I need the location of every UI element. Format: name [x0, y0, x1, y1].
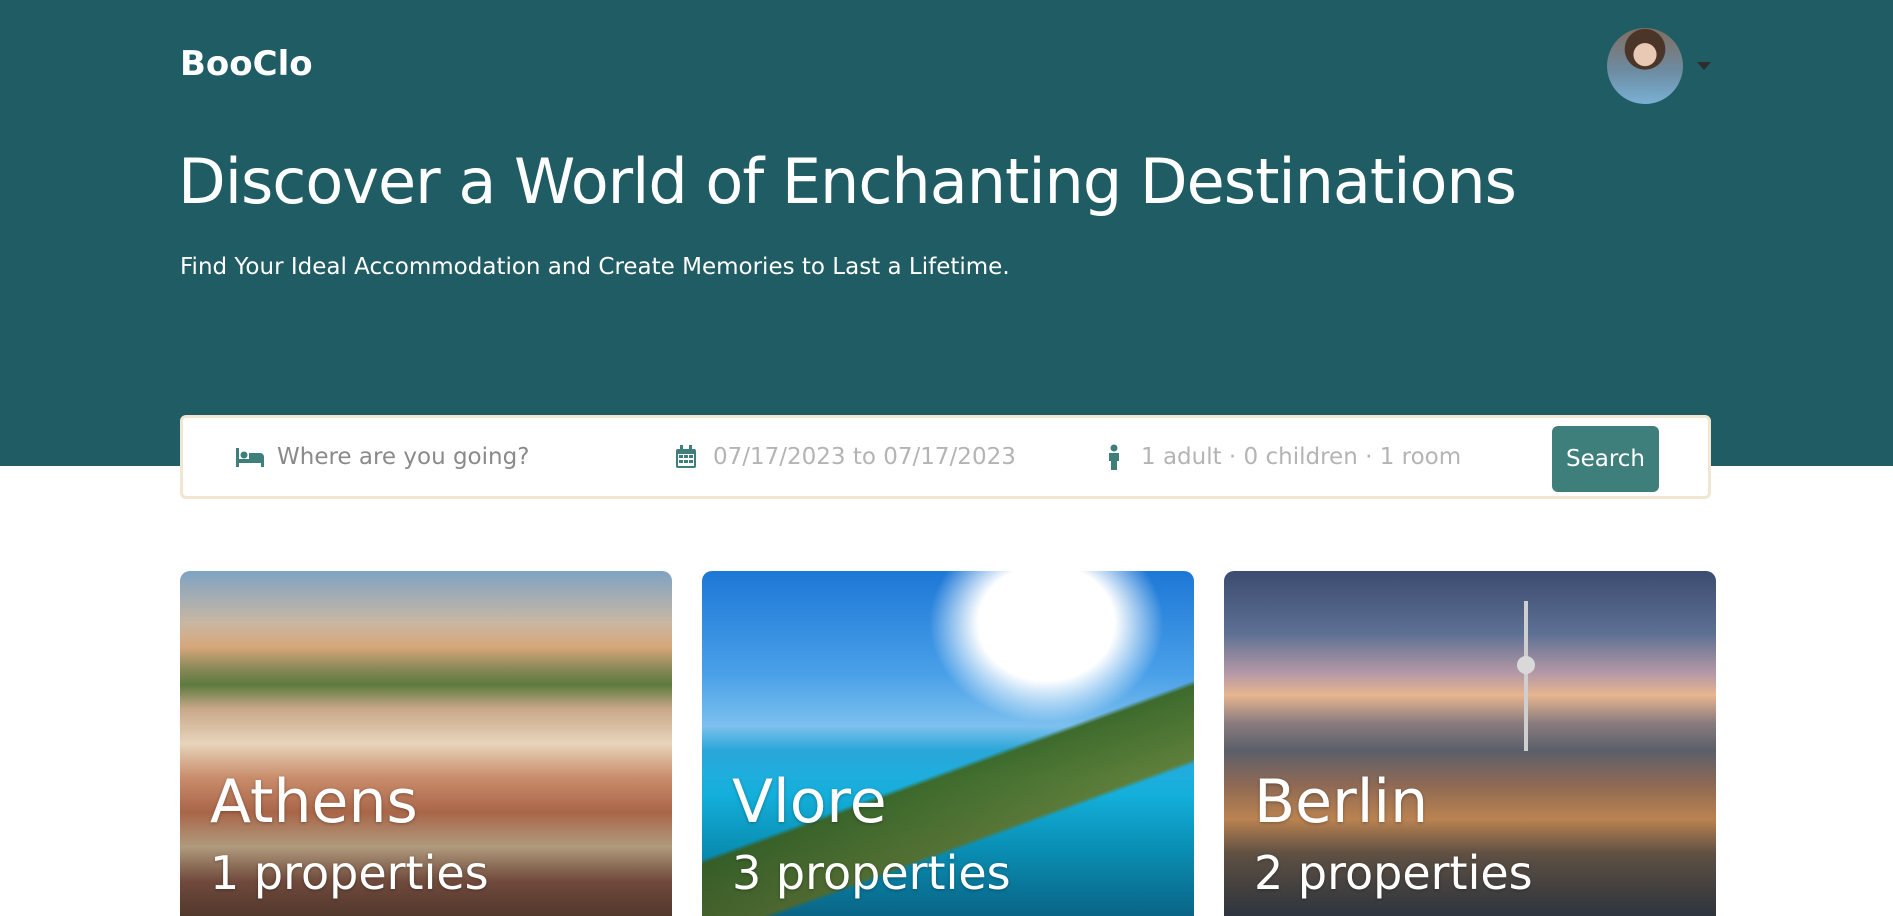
destination-input[interactable] [275, 443, 595, 471]
hero-title: Discover a World of Enchanting Destinati… [178, 145, 1517, 218]
card-city-name: Vlore [732, 767, 887, 837]
user-menu[interactable] [1607, 28, 1717, 104]
dates-field[interactable] [671, 418, 1051, 496]
hero-subtitle: Find Your Ideal Accommodation and Create… [180, 254, 1010, 280]
person-icon [1099, 444, 1129, 470]
tv-tower-image [1517, 601, 1535, 751]
destination-card-berlin[interactable]: Berlin 2 properties [1224, 571, 1716, 916]
calendar-icon [671, 444, 701, 470]
destination-field[interactable] [235, 418, 595, 496]
dates-input[interactable] [711, 443, 1045, 471]
search-bar: Search [180, 415, 1711, 499]
guests-field[interactable] [1099, 418, 1519, 496]
card-property-count: 2 properties [1254, 846, 1533, 900]
bed-icon [235, 444, 265, 470]
chevron-down-icon[interactable] [1697, 62, 1711, 70]
card-city-name: Berlin [1254, 767, 1429, 837]
user-avatar[interactable] [1607, 28, 1683, 104]
card-property-count: 3 properties [732, 846, 1011, 900]
guests-input[interactable] [1139, 443, 1503, 471]
destination-card-athens[interactable]: Athens 1 properties [180, 571, 672, 916]
card-city-name: Athens [210, 767, 418, 837]
search-button[interactable]: Search [1552, 426, 1659, 492]
hero-section: BooClo Discover a World of Enchanting De… [0, 0, 1893, 466]
destination-card-vlore[interactable]: Vlore 3 properties [702, 571, 1194, 916]
card-property-count: 1 properties [210, 846, 489, 900]
brand-logo[interactable]: BooClo [180, 44, 313, 84]
